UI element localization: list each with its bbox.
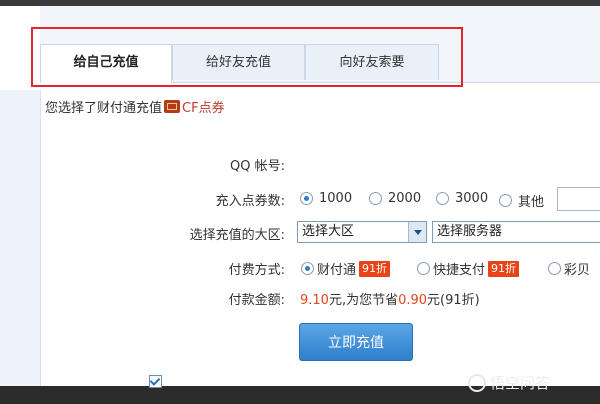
cf-coupon-icon bbox=[164, 100, 181, 113]
radio-icon[interactable] bbox=[499, 194, 512, 207]
pay-option-quickpay[interactable]: 快捷支付 91折 bbox=[417, 259, 520, 278]
server-select[interactable]: 选择服务器 bbox=[432, 221, 600, 243]
points-option-1000[interactable]: 1000 bbox=[300, 191, 352, 206]
saved-value: 0.90 bbox=[398, 293, 428, 308]
other-points-input[interactable] bbox=[557, 187, 600, 211]
amount-label: 付款金额: bbox=[228, 293, 285, 308]
pay-option-caibei[interactable]: 彩贝 bbox=[548, 259, 590, 278]
radio-icon[interactable] bbox=[417, 262, 430, 275]
payment-method-label: 付费方式: bbox=[228, 263, 285, 278]
radio-checked-icon[interactable] bbox=[301, 262, 314, 275]
payment-info-text: 您选择了财付通充值 bbox=[45, 101, 163, 116]
discount-badge: 91折 bbox=[488, 260, 520, 277]
radio-icon[interactable] bbox=[369, 192, 382, 205]
agreement-checkbox[interactable] bbox=[149, 375, 162, 388]
payment-info-line: 您选择了财付通充值 CF点券 bbox=[45, 97, 225, 116]
amount-value: 9.10 bbox=[300, 293, 329, 308]
qq-account-row: QQ 帐号: bbox=[0, 155, 600, 175]
radio-icon[interactable] bbox=[548, 262, 561, 275]
annotation-highlight-box bbox=[31, 27, 463, 87]
qq-account-label: QQ 帐号: bbox=[230, 159, 285, 174]
points-option-3000[interactable]: 3000 bbox=[436, 191, 488, 206]
pay-now-button[interactable]: 立即充值 bbox=[299, 323, 413, 361]
pay-option-tenpay[interactable]: 财付通 91折 bbox=[301, 259, 391, 278]
region-label: 选择充值的大区: bbox=[189, 228, 285, 243]
payment-method-row: 付费方式: 财付通 91折 快捷支付 91折 彩贝 bbox=[0, 259, 600, 279]
radio-icon[interactable] bbox=[436, 192, 449, 205]
amount-text: 9.10元,为您节省0.90元(91折) bbox=[300, 293, 480, 308]
points-row: 充入点券数: 1000 2000 3000 其他 bbox=[0, 190, 600, 210]
watermark-logo-icon bbox=[468, 373, 486, 392]
amount-row: 付款金额: 9.10元,为您节省0.90元(91折) bbox=[0, 289, 600, 309]
points-option-2000[interactable]: 2000 bbox=[369, 191, 421, 206]
watermark: 悟空问答 bbox=[468, 372, 550, 393]
discount-badge: 91折 bbox=[359, 260, 391, 277]
product-name: CF点券 bbox=[182, 101, 225, 116]
radio-checked-icon[interactable] bbox=[300, 192, 313, 205]
chevron-down-icon[interactable] bbox=[408, 222, 426, 242]
points-label: 充入点券数: bbox=[215, 194, 285, 209]
region-select[interactable]: 选择大区 bbox=[297, 221, 427, 243]
points-option-other[interactable]: 其他 bbox=[499, 191, 544, 210]
